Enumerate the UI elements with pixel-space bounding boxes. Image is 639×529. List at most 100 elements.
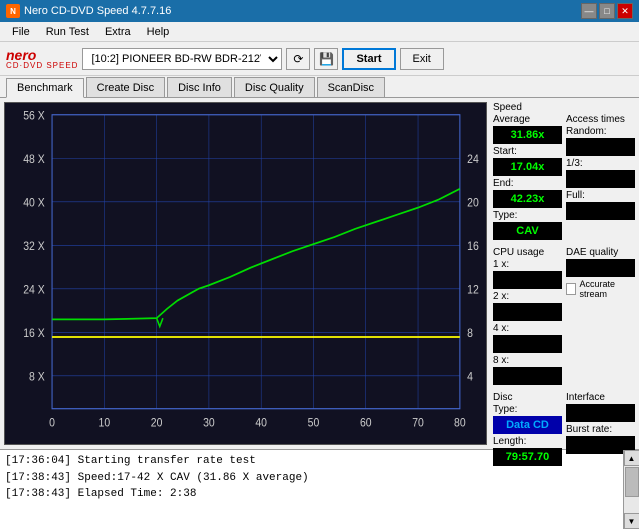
svg-text:8 X: 8 X xyxy=(29,371,45,384)
svg-text:24: 24 xyxy=(467,153,479,166)
titlebar-left: N Nero CD-DVD Speed 4.7.7.16 xyxy=(6,4,171,18)
speed-end-label: End: xyxy=(493,178,562,189)
tab-scandisc[interactable]: ScanDisc xyxy=(317,77,385,97)
access-random-value xyxy=(566,138,635,156)
speed-start-label: Start: xyxy=(493,146,562,157)
access-col: Access times Random: 1/3: Full: xyxy=(566,114,635,240)
log-entry-2: [17:38:43] Elapsed Time: 2:38 xyxy=(5,486,618,503)
access-random-label: Random: xyxy=(566,126,635,137)
tab-benchmark[interactable]: Benchmark xyxy=(6,78,84,98)
access-onethird-value xyxy=(566,170,635,188)
tab-create-disc[interactable]: Create Disc xyxy=(86,77,165,97)
svg-text:4: 4 xyxy=(467,371,473,384)
log-entry-1: [17:38:43] Speed:17-42 X CAV (31.86 X av… xyxy=(5,470,618,487)
scroll-up-button[interactable]: ▲ xyxy=(624,450,639,466)
accurate-stream-row: Accurate stream xyxy=(566,279,635,299)
cpu-2x-value xyxy=(493,303,562,321)
minimize-button[interactable]: — xyxy=(581,3,597,19)
scroll-down-button[interactable]: ▼ xyxy=(624,513,639,529)
save-button[interactable]: 💾 xyxy=(314,48,338,70)
svg-text:30: 30 xyxy=(203,417,215,430)
access-full-value xyxy=(566,202,635,220)
burst-label: Burst rate: xyxy=(566,424,635,435)
speed-layout: Average 31.86x Start: 17.04x End: 42.23x… xyxy=(493,114,635,240)
nero-logo: nero CD·DVD SPEED xyxy=(6,48,78,70)
cpu-title: CPU usage xyxy=(493,247,562,258)
speed-col: Average 31.86x Start: 17.04x End: 42.23x… xyxy=(493,114,562,240)
svg-text:56 X: 56 X xyxy=(23,110,45,123)
app-icon: N xyxy=(6,4,20,18)
cpu-8x-value xyxy=(493,367,562,385)
toolbar: nero CD·DVD SPEED [10:2] PIONEER BD-RW B… xyxy=(0,42,639,76)
interface-label: Interface xyxy=(566,392,635,403)
menubar: File Run Test Extra Help xyxy=(0,22,639,42)
scroll-track xyxy=(624,466,639,513)
menu-run-test[interactable]: Run Test xyxy=(38,24,97,40)
svg-text:40: 40 xyxy=(255,417,267,430)
svg-text:16 X: 16 X xyxy=(23,327,45,340)
svg-text:24 X: 24 X xyxy=(23,284,45,297)
svg-text:80: 80 xyxy=(454,417,466,430)
svg-text:20: 20 xyxy=(151,417,163,430)
svg-text:12: 12 xyxy=(467,284,479,297)
tab-disc-quality[interactable]: Disc Quality xyxy=(234,77,315,97)
svg-text:16: 16 xyxy=(467,240,479,253)
dae-title: DAE quality xyxy=(566,247,635,258)
svg-text:40 X: 40 X xyxy=(23,197,45,210)
disc-type-value: Data CD xyxy=(493,416,562,434)
cpu-1x-value xyxy=(493,271,562,289)
svg-text:50: 50 xyxy=(308,417,320,430)
access-full-label: Full: xyxy=(566,190,635,201)
cpu-1x-label: 1 x: xyxy=(493,259,562,270)
close-button[interactable]: ✕ xyxy=(617,3,633,19)
speed-end-value: 42.23x xyxy=(493,190,562,208)
right-panel: Speed Average 31.86x Start: 17.04x End: … xyxy=(491,98,639,449)
menu-extra[interactable]: Extra xyxy=(97,24,139,40)
cpu-4x-value xyxy=(493,335,562,353)
cpu-2x-label: 2 x: xyxy=(493,291,562,302)
dae-section: DAE quality Accurate stream xyxy=(566,247,635,385)
svg-text:60: 60 xyxy=(360,417,372,430)
svg-text:48 X: 48 X xyxy=(23,153,45,166)
chart-container: 56 X 48 X 40 X 32 X 24 X 16 X 8 X 24 20 … xyxy=(4,102,487,445)
log-content: [17:36:04] Starting transfer rate test [… xyxy=(0,450,623,529)
svg-text:8: 8 xyxy=(467,327,473,340)
drive-selector[interactable]: [10:2] PIONEER BD-RW BDR-212V 1.00 xyxy=(82,48,282,70)
interface-value xyxy=(566,404,635,422)
speed-type-value: CAV xyxy=(493,222,562,240)
tab-disc-info[interactable]: Disc Info xyxy=(167,77,232,97)
speed-average-value: 31.86x xyxy=(493,126,562,144)
speed-section: Speed Average 31.86x Start: 17.04x End: … xyxy=(493,102,635,240)
svg-text:70: 70 xyxy=(412,417,424,430)
cpu-4x-label: 4 x: xyxy=(493,323,562,334)
access-onethird-label: 1/3: xyxy=(566,158,635,169)
exit-button[interactable]: Exit xyxy=(400,48,444,70)
start-button[interactable]: Start xyxy=(342,48,395,70)
titlebar-controls[interactable]: — □ ✕ xyxy=(581,3,633,19)
titlebar-title: Nero CD-DVD Speed 4.7.7.16 xyxy=(24,5,171,17)
dae-value xyxy=(566,259,635,277)
log-entry-0: [17:36:04] Starting transfer rate test xyxy=(5,453,618,470)
menu-help[interactable]: Help xyxy=(139,24,178,40)
accurate-stream-checkbox[interactable] xyxy=(566,283,576,295)
svg-text:32 X: 32 X xyxy=(23,240,45,253)
speed-start-value: 17.04x xyxy=(493,158,562,176)
speed-type-label: Type: xyxy=(493,210,562,221)
svg-text:0: 0 xyxy=(49,417,55,430)
cpu-dae-row: CPU usage 1 x: 2 x: 4 x: 8 x: DAE qualit… xyxy=(493,247,635,385)
accurate-stream-label: Accurate stream xyxy=(579,279,635,299)
main-content: 56 X 48 X 40 X 32 X 24 X 16 X 8 X 24 20 … xyxy=(0,98,639,449)
scroll-thumb[interactable] xyxy=(625,467,639,497)
chart-svg: 56 X 48 X 40 X 32 X 24 X 16 X 8 X 24 20 … xyxy=(5,103,486,444)
log-scrollbar[interactable]: ▲ ▼ xyxy=(623,450,639,529)
cpu-8x-label: 8 x: xyxy=(493,355,562,366)
log-area: [17:36:04] Starting transfer rate test [… xyxy=(0,449,639,529)
cpu-section: CPU usage 1 x: 2 x: 4 x: 8 x: xyxy=(493,247,562,385)
menu-file[interactable]: File xyxy=(4,24,38,40)
refresh-button[interactable]: ⟳ xyxy=(286,48,310,70)
maximize-button[interactable]: □ xyxy=(599,3,615,19)
speed-title: Speed xyxy=(493,102,635,113)
svg-text:20: 20 xyxy=(467,197,479,210)
svg-text:10: 10 xyxy=(99,417,111,430)
speed-average-label: Average xyxy=(493,114,562,125)
